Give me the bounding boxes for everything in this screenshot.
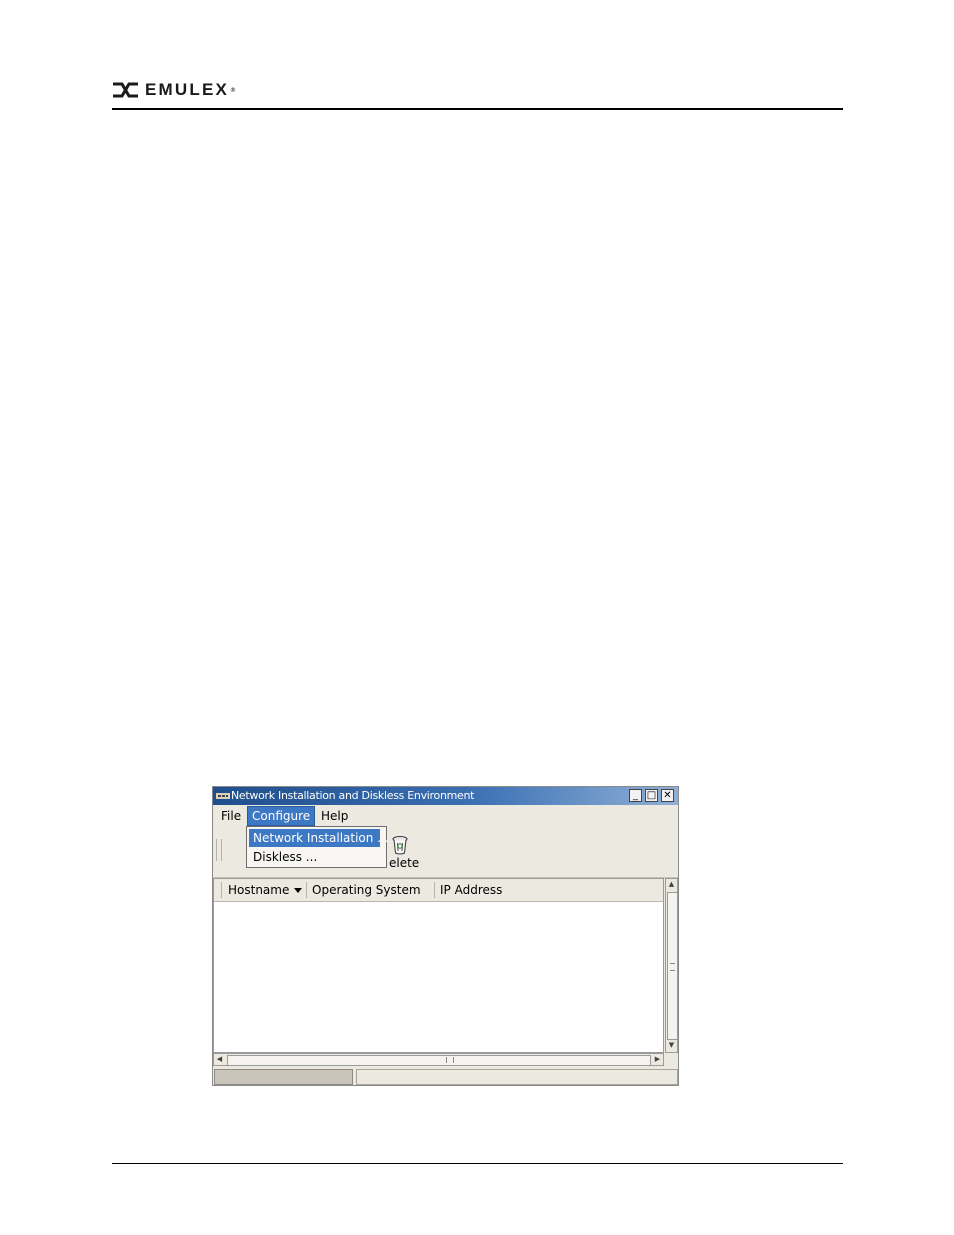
- vertical-scrollbar[interactable]: ▲ ▼: [665, 878, 678, 1053]
- maximize-button[interactable]: □: [645, 789, 658, 802]
- column-hostname-label: Hostname: [228, 883, 290, 897]
- menu-help[interactable]: Help: [317, 807, 352, 825]
- configure-dropdown-menu: Network Installation ... Diskless ...: [246, 826, 389, 868]
- status-progress-pane: [214, 1069, 353, 1085]
- horizontal-scrollbar[interactable]: ◀ ▶: [213, 1053, 664, 1066]
- column-ip-address[interactable]: IP Address: [440, 879, 502, 901]
- trash-icon[interactable]: [391, 835, 409, 855]
- column-operating-system[interactable]: Operating System: [312, 879, 421, 901]
- scroll-grip-icon: [446, 1057, 454, 1063]
- logo-text: EMULEX: [145, 80, 230, 99]
- minimize-button[interactable]: _: [629, 789, 642, 802]
- host-list[interactable]: Hostname Operating System IP Address: [213, 878, 664, 1053]
- emulex-logo: EMULEX ®: [112, 80, 236, 100]
- title-bar[interactable]: Network Installation and Diskless Enviro…: [213, 787, 678, 805]
- delete-button-label[interactable]: elete: [389, 856, 419, 870]
- emulex-logo-icon: [113, 82, 138, 98]
- footer-rule: [112, 1163, 843, 1164]
- window-title: Network Installation and Diskless Enviro…: [231, 789, 475, 802]
- column-hostname[interactable]: Hostname: [228, 879, 303, 901]
- menu-item-diskless[interactable]: Diskless ...: [249, 848, 380, 866]
- minimize-icon: _: [633, 790, 638, 801]
- maximize-icon: □: [646, 790, 657, 801]
- status-message-pane: [356, 1069, 678, 1085]
- column-separator: [306, 882, 307, 898]
- horizontal-scroll-thumb[interactable]: [227, 1055, 651, 1066]
- menu-bar: File Configure Help: [213, 805, 678, 827]
- close-icon: ✕: [663, 790, 672, 801]
- scroll-left-icon[interactable]: ◀: [214, 1054, 225, 1065]
- app-window: Network Installation and Diskless Enviro…: [212, 786, 679, 1086]
- column-separator: [221, 882, 222, 898]
- trademark-mark: ®: [230, 86, 237, 94]
- network-app-icon: [216, 793, 230, 799]
- scroll-down-icon[interactable]: ▼: [666, 1040, 677, 1051]
- vertical-scroll-thumb[interactable]: [667, 892, 678, 1040]
- sort-down-icon: [294, 888, 303, 893]
- close-button[interactable]: ✕: [661, 789, 674, 802]
- menu-configure[interactable]: Configure: [247, 806, 316, 826]
- toolbar-grip[interactable]: [216, 839, 222, 861]
- scroll-grip-icon: [670, 963, 675, 971]
- scroll-right-icon[interactable]: ▶: [652, 1054, 663, 1065]
- menu-file[interactable]: File: [217, 807, 245, 825]
- header-rule: [112, 108, 843, 110]
- scroll-up-icon[interactable]: ▲: [666, 879, 677, 890]
- column-separator: [434, 882, 435, 898]
- list-header: Hostname Operating System IP Address: [214, 879, 663, 902]
- status-bar: [213, 1068, 678, 1085]
- menu-item-network-installation[interactable]: Network Installation ...: [249, 829, 389, 847]
